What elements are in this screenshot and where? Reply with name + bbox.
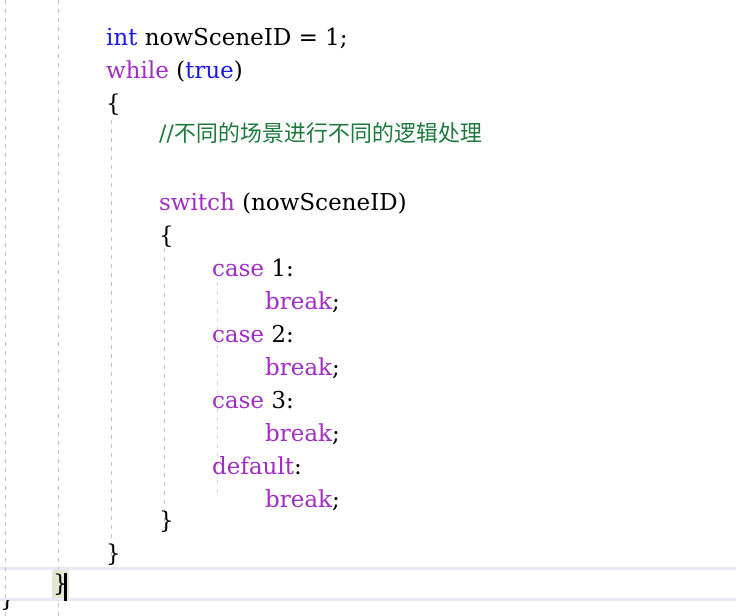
line-while-token-1: ( [168,58,186,84]
line-break-default[interactable]: break; [265,484,340,517]
line-comment-scene-logic-token-0: //不同的场景进行不同的逻辑处理 [159,122,482,147]
line-break-default-token-1: ; [331,487,340,513]
line-while-token-3: ) [233,58,243,84]
line-case-2-token-0: case [212,322,265,348]
line-break-default-token-0: break [265,487,332,513]
line-break-1-token-1: ; [331,289,340,315]
line-while-open-brace-token-0: { [106,91,121,117]
current-line-highlight [0,567,736,601]
line-break-2-token-0: break [265,355,332,381]
line-case-2-token-1: 2: [264,322,294,348]
line-class-close-brace-partial[interactable]: } [0,600,736,616]
code-editor-canvas[interactable]: int nowSceneID = 1; while (true){//不同的场景进… [0,0,736,616]
line-break-2-token-1: ; [331,355,340,381]
line-declare-scene-id-token-1: nowSceneID = 1; [137,25,348,51]
line-comment-scene-logic[interactable]: //不同的场景进行不同的逻辑处理 [159,118,482,151]
line-while-open-brace[interactable]: { [106,88,121,121]
guide-level-3 [164,248,165,528]
line-default-token-1: : [293,454,302,480]
text-caret [64,573,67,601]
line-case-1-token-1: 1: [264,256,294,282]
line-break-1-token-0: break [265,289,332,315]
line-switch-close-brace-token-0: } [159,508,174,534]
line-case-3-token-1: 3: [264,388,294,414]
line-case-1[interactable]: case 1: [212,253,294,286]
clipped-bottom-line[interactable]: } [0,600,736,616]
line-case-2[interactable]: case 2: [212,319,294,352]
line-break-1[interactable]: break; [265,286,340,319]
line-declare-scene-id-token-0: int [106,25,138,51]
line-break-3-token-1: ; [331,421,340,447]
line-default[interactable]: default: [212,451,302,484]
line-break-3-token-0: break [265,421,332,447]
line-break-2[interactable]: break; [265,352,340,385]
line-switch-open-brace-token-0: { [159,223,174,249]
line-while-token-0: while [106,58,169,84]
line-class-close-brace-partial-token-0: } [0,600,15,612]
guide-level-2 [111,120,112,560]
line-case-3-token-0: case [212,388,265,414]
line-switch-token-1: (nowSceneID) [234,190,407,216]
guide-level-1 [58,0,59,616]
guide-level-0 [5,0,6,616]
line-declare-scene-id[interactable]: int nowSceneID = 1; [106,22,348,55]
line-switch-token-0: switch [159,190,235,216]
line-switch-open-brace[interactable]: { [159,220,174,253]
line-while-token-2: true [185,58,234,84]
line-default-token-0: default [212,454,294,480]
line-case-3[interactable]: case 3: [212,385,294,418]
line-while-close-brace[interactable]: } [106,538,121,571]
line-switch-close-brace[interactable]: } [159,505,174,538]
line-case-1-token-0: case [212,256,265,282]
line-break-3[interactable]: break; [265,418,340,451]
line-while[interactable]: while (true) [106,55,243,88]
line-while-close-brace-token-0: } [106,541,121,567]
line-switch[interactable]: switch (nowSceneID) [159,187,407,220]
